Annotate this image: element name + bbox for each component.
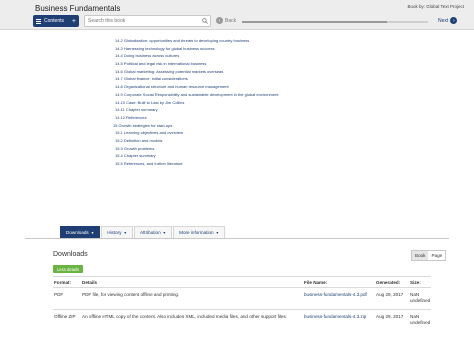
table-row: Offline ZIP An offline HTML copy of the … [53, 309, 431, 337]
less-details-button[interactable]: Less details [53, 265, 83, 273]
toc-section-link[interactable]: 14.7 Global finance: initial considerati… [113, 75, 413, 83]
cell-format: Offline ZIP [54, 314, 76, 319]
reading-progress-fill [242, 21, 388, 23]
search-input[interactable] [84, 15, 211, 27]
caret-down-icon: ▼ [215, 230, 220, 235]
toc-section-link[interactable]: 15.4 Chapter summary [113, 152, 413, 160]
cell-generated: Aug 29, 2017 [376, 314, 404, 319]
tab-history[interactable]: History ▼ [101, 226, 133, 238]
tab-downloads-label: Downloads [66, 230, 89, 235]
toc-section-link[interactable]: 14.6 Global marketing: Assessing potenti… [113, 68, 413, 76]
tab-more-information-label: More information [179, 230, 214, 235]
toc-section-link[interactable]: 14.11 Chapter summary [113, 106, 413, 114]
cell-details: An offline HTML copy of the content. Als… [82, 314, 288, 319]
caret-down-icon: ▼ [162, 230, 167, 235]
caret-down-icon: ▼ [123, 230, 127, 235]
book-title[interactable]: Business Fundamentals [35, 4, 120, 13]
toc-section-link[interactable]: 14.12 References [113, 114, 413, 122]
cell-generated: Aug 29, 2017 [376, 292, 404, 297]
tab-divider [25, 238, 449, 239]
contents-button[interactable]: Contents + [33, 15, 79, 27]
downloads-table: Format: Details File Name: Generated: Si… [53, 276, 431, 337]
toc-section-link[interactable]: 15.3 Growth problems [113, 145, 413, 153]
tab-attribution[interactable]: Attribution ▼ [133, 226, 173, 238]
view-toggle: Book Page [411, 250, 447, 261]
column-header-file-name: File Name: [304, 280, 328, 285]
toc-section-link[interactable]: 14.2 Globalization: opportunities and th… [113, 37, 413, 45]
next-label: Next [438, 17, 449, 24]
toc-section-link[interactable]: 14.5 Political and legal risk in interna… [113, 60, 413, 68]
cell-size: NaN undefined [410, 292, 431, 303]
file-download-link[interactable]: business-fundamentals-4.3.zip [304, 314, 374, 320]
plus-icon: + [71, 17, 76, 25]
info-tabs: Downloads ▼ History ▼ Attribution ▼ More in… [60, 226, 226, 238]
search-icon[interactable] [202, 18, 208, 24]
column-header-details: Details [82, 280, 98, 285]
cell-size: NaN undefined [410, 314, 431, 325]
tab-more-information[interactable]: More information ▼ [173, 226, 226, 238]
toc-section-link[interactable]: 15.5 References, and further literature [113, 160, 413, 168]
contents-label: Contents [44, 18, 65, 24]
back-button[interactable]: ‹ Back [216, 17, 236, 24]
toc-section-link[interactable]: 14.8 Organizational structure and human … [113, 83, 413, 91]
toc-section-link[interactable]: 14.3 Harnessing technology for global bu… [113, 45, 413, 53]
file-download-link[interactable]: business-fundamentals-4.3.pdf [304, 292, 374, 298]
toc-section-link[interactable]: 14.4 Doing business across cultures [113, 52, 413, 60]
top-bar: Business Fundamentals Book by: Global Te… [0, 0, 474, 30]
toc-section-link[interactable]: 15.1 Learning objectives and overview [113, 129, 413, 137]
cell-details: PDF file, for viewing content offline an… [82, 292, 180, 297]
tab-downloads[interactable]: Downloads ▼ [60, 226, 101, 238]
table-row: PDF PDF file, for viewing content offlin… [53, 287, 431, 309]
book-author: Book by: Global Text Project [407, 4, 464, 9]
caret-down-icon: ▼ [90, 230, 95, 235]
view-page-button[interactable]: Page [428, 251, 446, 260]
chevron-left-icon: ‹ [216, 17, 223, 24]
table-of-contents: 14.2 Globalization: opportunities and th… [113, 37, 413, 168]
next-button[interactable]: Next › [438, 17, 458, 24]
table-header-row: Format: Details File Name: Generated: Si… [53, 276, 431, 287]
toc-section-link[interactable]: 14.10 Case: Built to Last by Jim Collins [113, 99, 413, 107]
back-label: Back [225, 17, 237, 24]
tab-attribution-label: Attribution [139, 230, 161, 235]
column-header-format: Format: [54, 280, 72, 285]
column-header-size: Size: [410, 280, 421, 285]
cell-format: PDF [54, 292, 64, 297]
downloads-heading: Downloads [53, 251, 88, 258]
column-header-generated: Generated: [376, 280, 401, 285]
toc-section-link[interactable]: 14.9 Corporate Social Responsibility and… [113, 91, 413, 99]
toc-section-link[interactable]: 15.2 Definition and models [113, 137, 413, 145]
menu-icon [36, 18, 41, 24]
chevron-right-icon: › [450, 17, 458, 24]
reading-progress[interactable] [242, 21, 428, 23]
tab-history-label: History [107, 230, 122, 235]
toc-chapter-link[interactable]: 15 Growth strategies for start-ups [113, 122, 413, 130]
view-book-button[interactable]: Book [412, 251, 429, 260]
